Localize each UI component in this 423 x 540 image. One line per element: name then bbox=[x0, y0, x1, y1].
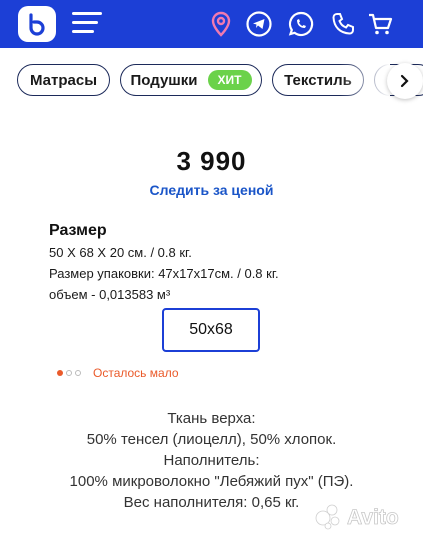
chips-fade bbox=[340, 60, 390, 104]
description-line: 100% микроволокно "Лебяжий пух" (ПЭ). bbox=[69, 473, 354, 490]
avito-watermark: Avito bbox=[312, 500, 420, 532]
description-line: Наполнитель: bbox=[163, 452, 260, 469]
chip-label: Матрасы bbox=[29, 71, 98, 89]
follow-price-link[interactable]: Следить за ценой bbox=[0, 182, 423, 198]
svg-text:Avito: Avito bbox=[347, 506, 399, 529]
size-title: Размер bbox=[49, 222, 107, 239]
spec-package: Размер упаковки: 47x17x17см. / 0.8 кг. bbox=[49, 266, 279, 281]
stock-label: Осталось мало bbox=[93, 366, 179, 380]
stock-dot bbox=[66, 370, 72, 376]
location-icon[interactable] bbox=[207, 10, 235, 38]
menu-icon[interactable] bbox=[72, 12, 102, 36]
stock-dot bbox=[57, 370, 63, 376]
chip-mattresses[interactable]: Матрасы bbox=[17, 64, 110, 96]
telegram-icon[interactable] bbox=[245, 10, 273, 38]
chip-pillows[interactable]: Подушки ХИТ bbox=[120, 64, 262, 96]
chip-label: Подушки bbox=[130, 71, 198, 89]
phone-icon[interactable] bbox=[329, 10, 357, 38]
whatsapp-icon[interactable] bbox=[287, 10, 315, 38]
logo-icon[interactable] bbox=[18, 6, 56, 42]
size-option-selected[interactable]: 50x68 bbox=[162, 308, 260, 352]
hit-badge: ХИТ bbox=[207, 70, 252, 90]
top-bar bbox=[0, 0, 423, 48]
spec-volume: объем - 0,013583 м³ bbox=[49, 287, 171, 302]
cart-icon[interactable] bbox=[366, 10, 394, 38]
spec-dimensions: 50 Х 68 Х 20 см. / 0.8 кг. bbox=[49, 245, 192, 260]
description-line: Ткань верха: bbox=[167, 410, 256, 427]
stock-indicator: Осталось мало bbox=[57, 366, 179, 380]
price: 3 990 bbox=[176, 146, 247, 176]
stock-dot bbox=[75, 370, 81, 376]
chevron-right-icon[interactable] bbox=[387, 63, 423, 99]
description-line: 50% тенсел (лиоцелл), 50% хлопок. bbox=[86, 431, 337, 448]
